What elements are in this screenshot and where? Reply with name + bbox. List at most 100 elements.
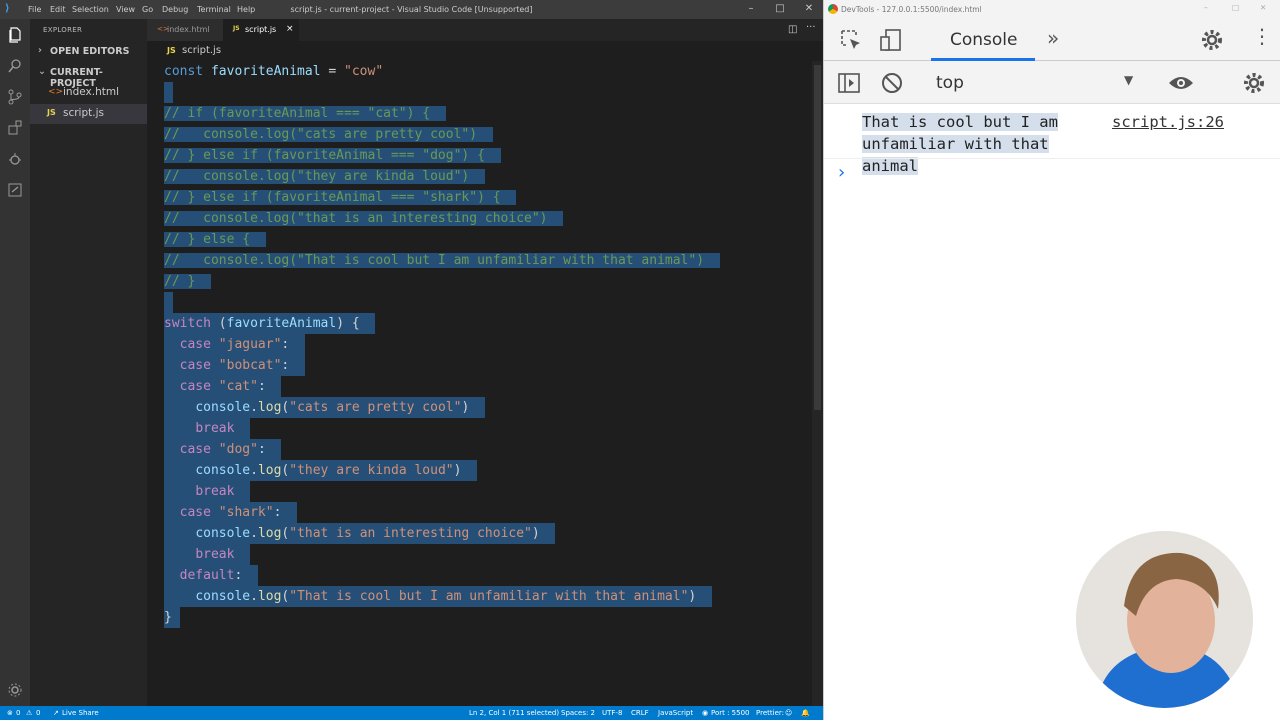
console-message: That is cool but I am unfamiliar with th… (862, 113, 1058, 175)
js-file-icon: JS (233, 25, 240, 32)
code-line: // console.log("That is cool but I am un… (164, 250, 720, 271)
debug-icon[interactable] (7, 151, 23, 167)
code-line: break (164, 418, 251, 439)
console-prompt-icon[interactable]: › (838, 162, 845, 183)
code-line: break (164, 481, 251, 502)
file-script-js[interactable]: script.js (63, 107, 104, 119)
chrome-icon (828, 4, 838, 14)
device-toolbar-icon[interactable] (880, 29, 902, 51)
console-settings-gear-icon[interactable] (1242, 71, 1266, 95)
code-line: const favoriteAnimal = "cow" (164, 64, 384, 79)
code-line: break (164, 544, 251, 565)
devtools-title: DevTools - 127.0.0.1:5500/index.html (841, 5, 982, 14)
code-line: // console.log("they are kinda loud") (164, 166, 485, 187)
more-options-icon[interactable]: ⋮ (1252, 26, 1272, 46)
code-line: case "jaguar": (164, 334, 305, 355)
code-line: switch (favoriteAnimal) { (164, 313, 376, 334)
show-sidebar-icon[interactable] (837, 71, 861, 95)
tab-console[interactable]: Console (950, 30, 1018, 50)
split-editor-icon[interactable]: ◫ (788, 24, 797, 35)
close-icon[interactable]: ✕ (1260, 3, 1266, 12)
more-actions-icon[interactable]: ··· (806, 22, 816, 33)
live-server-port[interactable]: Port : 5500 (711, 709, 750, 717)
minimize-icon[interactable]: – (1204, 3, 1208, 12)
vscode-window: ⟩ File Edit Selection View Go Debug Term… (0, 0, 823, 720)
inspect-element-icon[interactable] (840, 29, 862, 51)
indentation[interactable]: Spaces: 2 (561, 709, 595, 717)
notifications-icon[interactable]: 🔔 (801, 709, 810, 717)
maximize-icon[interactable]: □ (1232, 3, 1239, 12)
dropdown-arrow-icon[interactable]: ▼ (1124, 73, 1133, 87)
encoding[interactable]: UTF-8 (602, 709, 622, 717)
code-line: console.log("That is cool but I am unfam… (164, 586, 712, 607)
context-selector[interactable]: top (936, 73, 964, 93)
code-line: // } else if (favoriteAnimal === "shark"… (164, 187, 517, 208)
explorer-header: EXPLORER (43, 26, 83, 34)
code-line: // console.log("cats are pretty cool") (164, 124, 493, 145)
live-share-status[interactable]: Live Share (62, 709, 99, 717)
chevron-right-icon[interactable]: › (38, 45, 42, 56)
cursor-position[interactable]: Ln 2, Col 1 (711 selected) (469, 709, 559, 717)
close-icon[interactable]: ✕ (800, 3, 818, 14)
maximize-icon[interactable]: □ (771, 3, 789, 14)
code-line: case "shark": (164, 502, 298, 523)
code-line (164, 292, 173, 313)
settings-gear-icon[interactable] (7, 682, 23, 698)
live-expression-eye-icon[interactable] (1167, 73, 1195, 93)
breadcrumb: JS script.js (147, 41, 823, 61)
line-ending[interactable]: CRLF (631, 709, 649, 717)
more-tabs-icon[interactable]: » (1047, 26, 1059, 50)
code-line: } (164, 607, 180, 628)
scrollbar-thumb[interactable] (814, 65, 821, 410)
live-share-icon: ↗ (53, 709, 59, 717)
code-line: console.log("cats are pretty cool") (164, 397, 485, 418)
code-line: console.log("that is an interesting choi… (164, 523, 556, 544)
clear-console-icon[interactable] (881, 72, 903, 94)
broadcast-icon: ◉ (702, 709, 709, 717)
devtools-title-bar: DevTools - 127.0.0.1:5500/index.html – □… (824, 0, 1280, 19)
settings-gear-icon[interactable] (1200, 28, 1224, 52)
tab-index-html[interactable]: <> index.html (147, 19, 223, 41)
explorer-sidebar: EXPLORER › OPEN EDITORS ⌄ CURRENT-PROJEC… (30, 19, 147, 706)
title-bar: ⟩ File Edit Selection View Go Debug Term… (0, 0, 823, 19)
code-line: console.log("they are kinda loud") (164, 460, 478, 481)
remote-icon[interactable]: ⊗ (7, 709, 13, 717)
tab-script-js[interactable]: JS script.js × (223, 19, 299, 41)
open-editors-section[interactable]: OPEN EDITORS (50, 46, 129, 57)
search-icon[interactable] (7, 58, 23, 74)
html-file-icon: <> (48, 87, 64, 97)
divider (824, 158, 1280, 159)
code-line: case "bobcat": (164, 355, 305, 376)
file-index-html[interactable]: index.html (63, 86, 119, 98)
minimize-icon[interactable]: – (742, 3, 760, 14)
language-mode[interactable]: JavaScript (658, 709, 693, 717)
console-source-link[interactable]: script.js:26 (1112, 111, 1224, 133)
code-editor[interactable]: const favoriteAnimal = "cow" // if (favo… (147, 61, 823, 706)
tab-label: index.html (167, 25, 210, 34)
devtools-tabs: Console » ⋮ (824, 19, 1280, 61)
warning-icon: ⚠ (26, 709, 33, 717)
code-line: case "dog": (164, 439, 282, 460)
prettier-status[interactable]: Prettier: (756, 709, 784, 717)
error-count[interactable]: 0 (16, 709, 20, 717)
code-line: case "cat": (164, 376, 282, 397)
chevron-down-icon[interactable]: ⌄ (38, 66, 46, 77)
code-line: // } else if (favoriteAnimal === "dog") … (164, 145, 501, 166)
presenter-image (1076, 531, 1253, 708)
feedback-icon[interactable]: ☺ (785, 709, 792, 717)
code-line: default: (164, 565, 258, 586)
source-control-icon[interactable] (7, 89, 23, 105)
warning-count[interactable]: 0 (36, 709, 40, 717)
code-line: // console.log("that is an interesting c… (164, 208, 564, 229)
js-file-icon: JS (47, 108, 56, 117)
extensions-icon[interactable] (7, 120, 23, 136)
status-bar: ⊗ 0 ⚠ 0 ↗ Live Share Ln 2, Col 1 (711 se… (0, 706, 823, 720)
webcam-overlay (1076, 531, 1253, 708)
console-toolbar: top ▼ (824, 61, 1280, 104)
activity-bar (0, 19, 30, 706)
code-line: // } (164, 271, 211, 292)
live-share-icon[interactable] (7, 182, 23, 198)
files-icon[interactable] (7, 27, 23, 43)
close-tab-icon[interactable]: × (286, 24, 294, 34)
breadcrumb-file[interactable]: script.js (182, 45, 221, 56)
